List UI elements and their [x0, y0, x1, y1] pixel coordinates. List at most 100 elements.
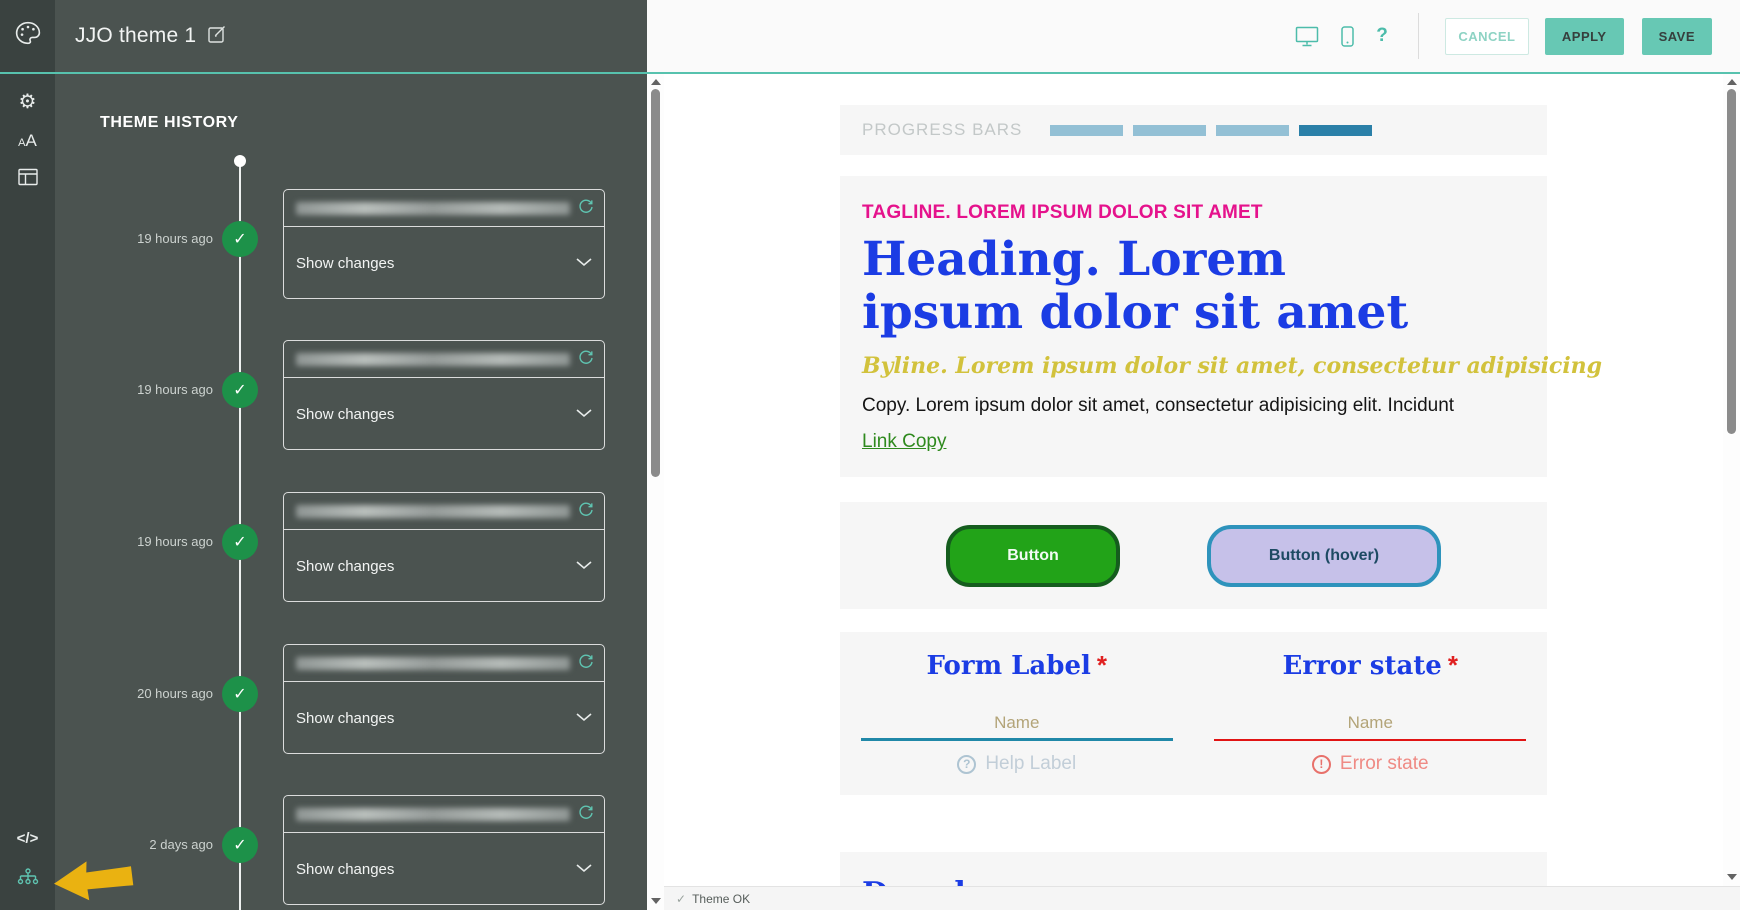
- form-column-error: Error state * ! Error state: [1194, 650, 1548, 795]
- required-asterisk: *: [1448, 650, 1458, 680]
- progress-bar: [1299, 125, 1372, 136]
- form-column: Form Label* ? Help Label: [840, 650, 1194, 795]
- chevron-down-icon: [576, 405, 592, 423]
- check-circle-icon: ✓: [222, 676, 258, 712]
- name-input-error[interactable]: [1214, 707, 1526, 741]
- progress-bar: [1050, 125, 1123, 136]
- show-changes-row[interactable]: Show changes: [284, 833, 604, 905]
- theme-title: JJO theme 1: [75, 24, 196, 48]
- redacted-version-label: [296, 202, 570, 215]
- icon-rail: ⚙ AA </>: [0, 0, 55, 910]
- status-bar: ✓ Theme OK: [664, 886, 1740, 910]
- entry-time: 19 hours ago: [55, 534, 213, 549]
- entry-time: 2 days ago: [55, 837, 213, 852]
- top-toolbar: ? CANCEL APPLY SAVE: [647, 0, 1740, 72]
- theme-history-timeline: THEME HISTORY 19 hours ago ✓ Show change…: [55, 74, 647, 910]
- scroll-up-arrow[interactable]: [1727, 79, 1737, 85]
- scrollbar-thumb[interactable]: [651, 89, 660, 477]
- help-icon[interactable]: ?: [1376, 25, 1388, 47]
- form-label: Form Label*: [840, 650, 1194, 681]
- restore-version-icon[interactable]: [578, 804, 594, 825]
- sample-button[interactable]: Button: [946, 525, 1120, 587]
- save-button[interactable]: SAVE: [1642, 18, 1712, 55]
- help-label-row: ? Help Label: [840, 753, 1194, 775]
- error-label-row: ! Error state: [1194, 753, 1548, 775]
- font-size-icon[interactable]: AA: [0, 131, 55, 151]
- show-changes-row[interactable]: Show changes: [284, 227, 604, 299]
- scroll-down-arrow[interactable]: [1727, 874, 1737, 880]
- typography-section: TAGLINE. LOREM IPSUM DOLOR SIT AMET Head…: [840, 176, 1547, 477]
- required-asterisk: *: [1097, 650, 1107, 680]
- layout-table-icon[interactable]: [0, 168, 55, 191]
- panel-scrollbar[interactable]: [647, 74, 664, 910]
- theme-preview-area: PROGRESS BARS TAGLINE. LOREM IPSUM DOLOR…: [664, 74, 1723, 886]
- theme-history-panel: JJO theme 1 THEME HISTORY 19 hours ago ✓: [55, 0, 647, 910]
- history-heading: THEME HISTORY: [100, 114, 238, 132]
- restore-version-icon[interactable]: [578, 349, 594, 370]
- check-circle-icon: ✓: [222, 524, 258, 560]
- help-label: Help Label: [985, 753, 1076, 775]
- show-changes-row[interactable]: Show changes: [284, 682, 604, 754]
- redacted-version-label: [296, 353, 570, 366]
- restore-version-icon[interactable]: [578, 653, 594, 674]
- progress-bars-section: PROGRESS BARS: [840, 105, 1547, 155]
- mobile-preview-icon[interactable]: [1341, 26, 1354, 47]
- progress-bars-label: PROGRESS BARS: [862, 120, 1050, 140]
- check-circle-icon: ✓: [222, 221, 258, 257]
- copy-sample: Copy. Lorem ipsum dolor sit amet, consec…: [862, 395, 1525, 417]
- tagline-sample: TAGLINE. LOREM IPSUM DOLOR SIT AMET: [862, 202, 1525, 224]
- restore-version-icon[interactable]: [578, 501, 594, 522]
- cancel-button[interactable]: CANCEL: [1445, 18, 1529, 55]
- check-circle-icon: ✓: [222, 827, 258, 863]
- dropdown-heading: Dropdown: [862, 876, 1525, 886]
- progress-bar: [1216, 125, 1289, 136]
- edit-theme-name-icon[interactable]: [208, 24, 227, 48]
- error-label: Error state: [1340, 753, 1429, 775]
- sample-button-hover[interactable]: Button (hover): [1207, 525, 1441, 587]
- error-circle-icon: !: [1312, 755, 1331, 774]
- question-circle-icon: ?: [957, 755, 976, 774]
- history-entry-card: Show changes: [283, 795, 605, 905]
- apply-button[interactable]: APPLY: [1545, 18, 1624, 55]
- redacted-version-label: [296, 505, 570, 518]
- redacted-version-label: [296, 657, 570, 670]
- byline-sample: Byline. Lorem ipsum dolor sit amet, cons…: [862, 353, 1525, 379]
- settings-gear-icon[interactable]: ⚙: [0, 92, 55, 113]
- show-changes-label: Show changes: [296, 710, 394, 727]
- show-changes-label: Show changes: [296, 558, 394, 575]
- desktop-preview-icon[interactable]: [1295, 26, 1319, 47]
- history-entry-card: Show changes: [283, 189, 605, 299]
- show-changes-label: Show changes: [296, 406, 394, 423]
- status-check-icon: ✓: [676, 892, 686, 906]
- scrollbar-thumb[interactable]: [1727, 89, 1736, 434]
- preview-scrollbar[interactable]: [1723, 74, 1740, 886]
- toolbar-divider: [1418, 13, 1419, 59]
- form-section: Form Label* ? Help Label Error state * ! …: [840, 632, 1547, 795]
- history-entry-card: Show changes: [283, 340, 605, 450]
- progress-bar: [1133, 125, 1206, 136]
- chevron-down-icon: [576, 860, 592, 878]
- panel-header: JJO theme 1: [55, 0, 647, 72]
- name-input[interactable]: [861, 707, 1173, 741]
- sitemap-icon[interactable]: [0, 868, 55, 891]
- entry-time: 19 hours ago: [55, 231, 213, 246]
- code-icon[interactable]: </>: [0, 830, 55, 847]
- restore-version-icon[interactable]: [578, 198, 594, 219]
- show-changes-label: Show changes: [296, 255, 394, 272]
- buttons-section: Button Button (hover): [840, 502, 1547, 609]
- show-changes-label: Show changes: [296, 861, 394, 878]
- show-changes-row[interactable]: Show changes: [284, 378, 604, 450]
- history-entry-card: Show changes: [283, 492, 605, 602]
- palette-logo-icon[interactable]: [0, 21, 55, 50]
- redacted-version-label: [296, 808, 570, 821]
- history-entry-card: Show changes: [283, 644, 605, 754]
- show-changes-row[interactable]: Show changes: [284, 530, 604, 602]
- scroll-up-arrow[interactable]: [651, 79, 661, 85]
- accent-divider-line: [0, 72, 1740, 74]
- timeline-start-dot: [234, 155, 246, 167]
- chevron-down-icon: [576, 557, 592, 575]
- chevron-down-icon: [576, 254, 592, 272]
- link-copy-sample[interactable]: Link Copy: [862, 431, 947, 453]
- entry-time: 20 hours ago: [55, 686, 213, 701]
- scroll-down-arrow[interactable]: [651, 898, 661, 904]
